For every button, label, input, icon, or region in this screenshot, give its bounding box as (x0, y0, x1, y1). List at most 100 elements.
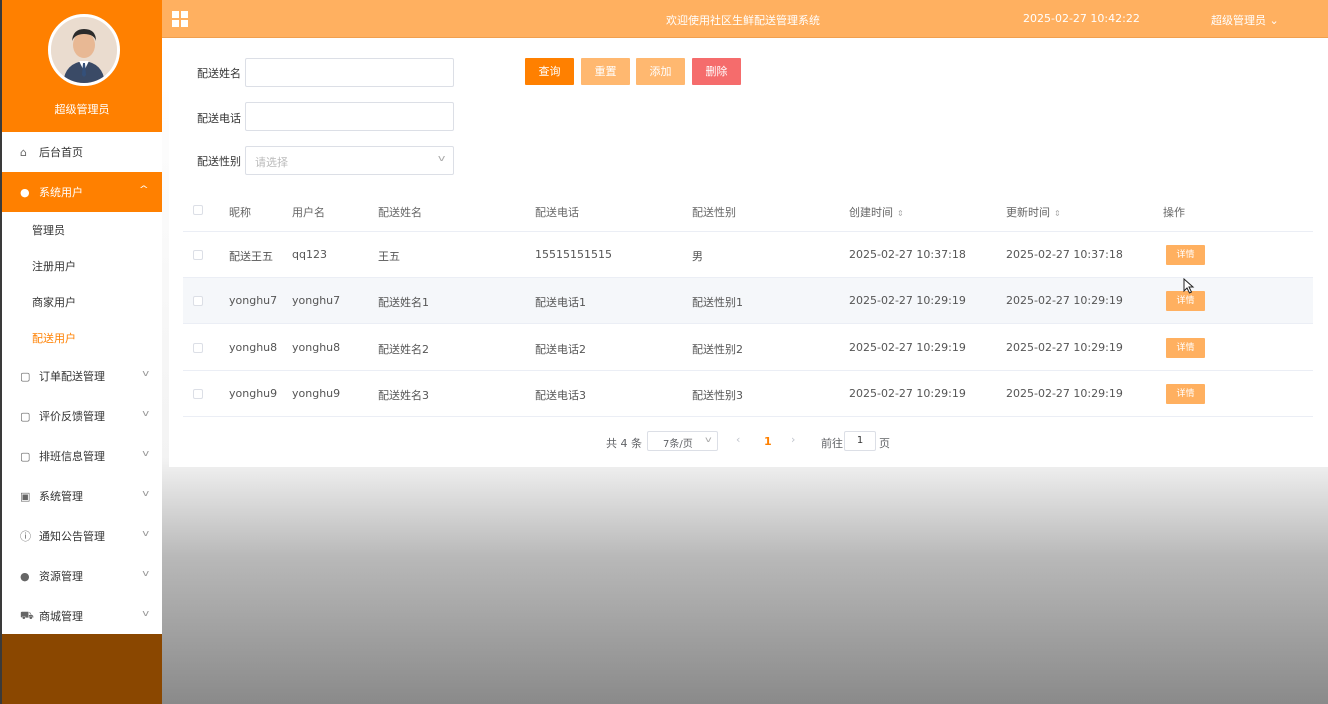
cell-gender: 配送性别3 (692, 389, 743, 402)
chevron-down-icon: v (141, 529, 149, 539)
cell-phone: 配送电话1 (535, 296, 586, 309)
sort-icon[interactable]: ⇕ (897, 209, 904, 218)
sidebar-item-label: 资源管理 (39, 570, 83, 583)
image-icon: ▣ (20, 489, 31, 503)
chevron-up-icon: ^ (139, 185, 150, 195)
add-button[interactable]: 添加 (636, 58, 685, 85)
table-row: 配送王五 qq123 王五 15515151515 男 2025-02-27 1… (183, 232, 1313, 278)
phone-filter-input[interactable] (245, 102, 454, 131)
gender-filter-placeholder: 请选择 (255, 156, 288, 169)
sidebar-footer (2, 634, 162, 704)
cell-name: 王五 (378, 250, 400, 263)
column-header-label: 创建时间 (849, 206, 893, 219)
home-icon: ⌂ (20, 145, 27, 159)
reset-button[interactable]: 重置 (581, 58, 630, 85)
goto-label: 前往 (821, 437, 843, 450)
doc-icon: ▢ (20, 409, 31, 423)
gender-filter-select[interactable]: 请选择 v (245, 146, 454, 175)
cell-nickname: 配送王五 (229, 250, 273, 263)
sidebar-subitem-registered-users[interactable]: 注册用户 (2, 248, 162, 284)
avatar[interactable] (48, 14, 120, 86)
column-header-updated[interactable]: 更新时间 ⇕ (1006, 204, 1061, 220)
cell-updated: 2025-02-27 10:29:19 (1006, 341, 1123, 354)
doc-icon: ▢ (20, 369, 31, 383)
table-row: yonghu9 yonghu9 配送姓名3 配送电话3 配送性别3 2025-0… (183, 371, 1313, 417)
delete-button[interactable]: 删除 (692, 58, 741, 85)
user-menu[interactable]: 超级管理员 ⌄ (1211, 12, 1279, 28)
page-number-current[interactable]: 1 (764, 435, 772, 448)
cell-created: 2025-02-27 10:29:19 (849, 387, 966, 400)
next-page-button[interactable]: › (791, 433, 795, 446)
sidebar-item-label: 通知公告管理 (39, 530, 105, 543)
chevron-down-icon: v (141, 609, 149, 619)
sidebar-item-resources[interactable]: ● 资源管理 v (2, 556, 162, 596)
chevron-down-icon: v (437, 154, 446, 164)
sidebar-user-name: 超级管理员 (54, 103, 110, 116)
sidebar-item-label: 排班信息管理 (39, 450, 105, 463)
sidebar-item-label: 商城管理 (39, 610, 83, 623)
column-header-gender: 配送性别 (692, 206, 736, 219)
cell-phone: 配送电话2 (535, 343, 586, 356)
row-checkbox[interactable] (193, 296, 203, 306)
sidebar-item-label: 系统用户 (39, 186, 83, 199)
table-header: 昵称 用户名 配送姓名 配送电话 配送性别 创建时间 ⇕ 更新时间 ⇕ 操作 (183, 192, 1313, 232)
detail-button[interactable]: 详情 (1166, 291, 1205, 311)
sidebar-subitem-admin[interactable]: 管理员 (2, 212, 162, 248)
current-datetime: 2025-02-27 10:42:22 (1023, 12, 1140, 25)
sidebar-item-order-delivery[interactable]: ▢ 订单配送管理 v (2, 356, 162, 396)
cell-username: yonghu7 (292, 294, 341, 307)
cell-username: qq123 (292, 248, 327, 261)
chevron-down-icon: v (141, 569, 149, 579)
sidebar-subitem-merchant-users[interactable]: 商家用户 (2, 284, 162, 320)
row-checkbox[interactable] (193, 250, 203, 260)
column-header-username: 用户名 (292, 206, 325, 219)
sidebar-item-mall[interactable]: ⛟ 商城管理 v (2, 596, 162, 636)
cell-nickname: yonghu8 (229, 341, 278, 354)
column-header-phone: 配送电话 (535, 206, 579, 219)
cell-nickname: yonghu9 (229, 387, 278, 400)
sidebar: 超级管理员 ⌂ 后台首页 ● 系统用户 ^ 管理员 注册用户 商家用户 配送用户… (0, 0, 162, 704)
search-button[interactable]: 查询 (525, 58, 574, 85)
detail-button[interactable]: 详情 (1166, 245, 1205, 265)
cell-name: 配送姓名3 (378, 389, 429, 402)
column-header-created[interactable]: 创建时间 ⇕ (849, 204, 904, 220)
sidebar-item-system[interactable]: ▣ 系统管理 v (2, 476, 162, 516)
cell-created: 2025-02-27 10:37:18 (849, 248, 966, 261)
sidebar-item-system-users[interactable]: ● 系统用户 ^ (2, 172, 162, 212)
cell-name: 配送姓名2 (378, 343, 429, 356)
sidebar-item-notice[interactable]: ⓘ 通知公告管理 v (2, 516, 162, 556)
doc-icon: ▢ (20, 449, 31, 463)
detail-button[interactable]: 详情 (1166, 338, 1205, 358)
sidebar-item-label: 系统管理 (39, 490, 83, 503)
sidebar-item-label: 后台首页 (39, 146, 83, 159)
select-all-checkbox[interactable] (193, 205, 203, 215)
menu-toggle-icon[interactable] (172, 11, 188, 27)
page-size-select[interactable]: 7条/页 v (647, 431, 718, 451)
column-header-label: 更新时间 (1006, 206, 1050, 219)
row-checkbox[interactable] (193, 343, 203, 353)
location-icon: ● (20, 569, 30, 583)
sidebar-item-schedule[interactable]: ▢ 排班信息管理 v (2, 436, 162, 476)
detail-button[interactable]: 详情 (1166, 384, 1205, 404)
sidebar-item-label: 评价反馈管理 (39, 410, 105, 423)
page-suffix-label: 页 (879, 437, 890, 450)
prev-page-button[interactable]: ‹ (736, 433, 740, 446)
sidebar-item-label: 订单配送管理 (39, 370, 105, 383)
chevron-down-icon: v (141, 409, 149, 419)
goto-page-input[interactable]: 1 (844, 431, 876, 451)
sidebar-item-home[interactable]: ⌂ 后台首页 (2, 132, 162, 172)
info-icon: ⓘ (20, 530, 31, 543)
cell-updated: 2025-02-27 10:29:19 (1006, 387, 1123, 400)
column-header-name: 配送姓名 (378, 206, 422, 219)
sidebar-subitem-delivery-users[interactable]: 配送用户 (2, 320, 162, 356)
sort-icon[interactable]: ⇕ (1054, 209, 1061, 218)
name-filter-input[interactable] (245, 58, 454, 87)
cell-gender: 配送性别2 (692, 343, 743, 356)
sidebar-item-feedback[interactable]: ▢ 评价反馈管理 v (2, 396, 162, 436)
gender-filter-label: 配送性别 (197, 155, 241, 168)
pagination-total: 共 4 条 (606, 437, 642, 450)
row-checkbox[interactable] (193, 389, 203, 399)
chevron-down-icon: v (141, 369, 149, 379)
sidebar-header: 超级管理员 (2, 0, 162, 132)
cell-phone: 15515151515 (535, 248, 612, 261)
